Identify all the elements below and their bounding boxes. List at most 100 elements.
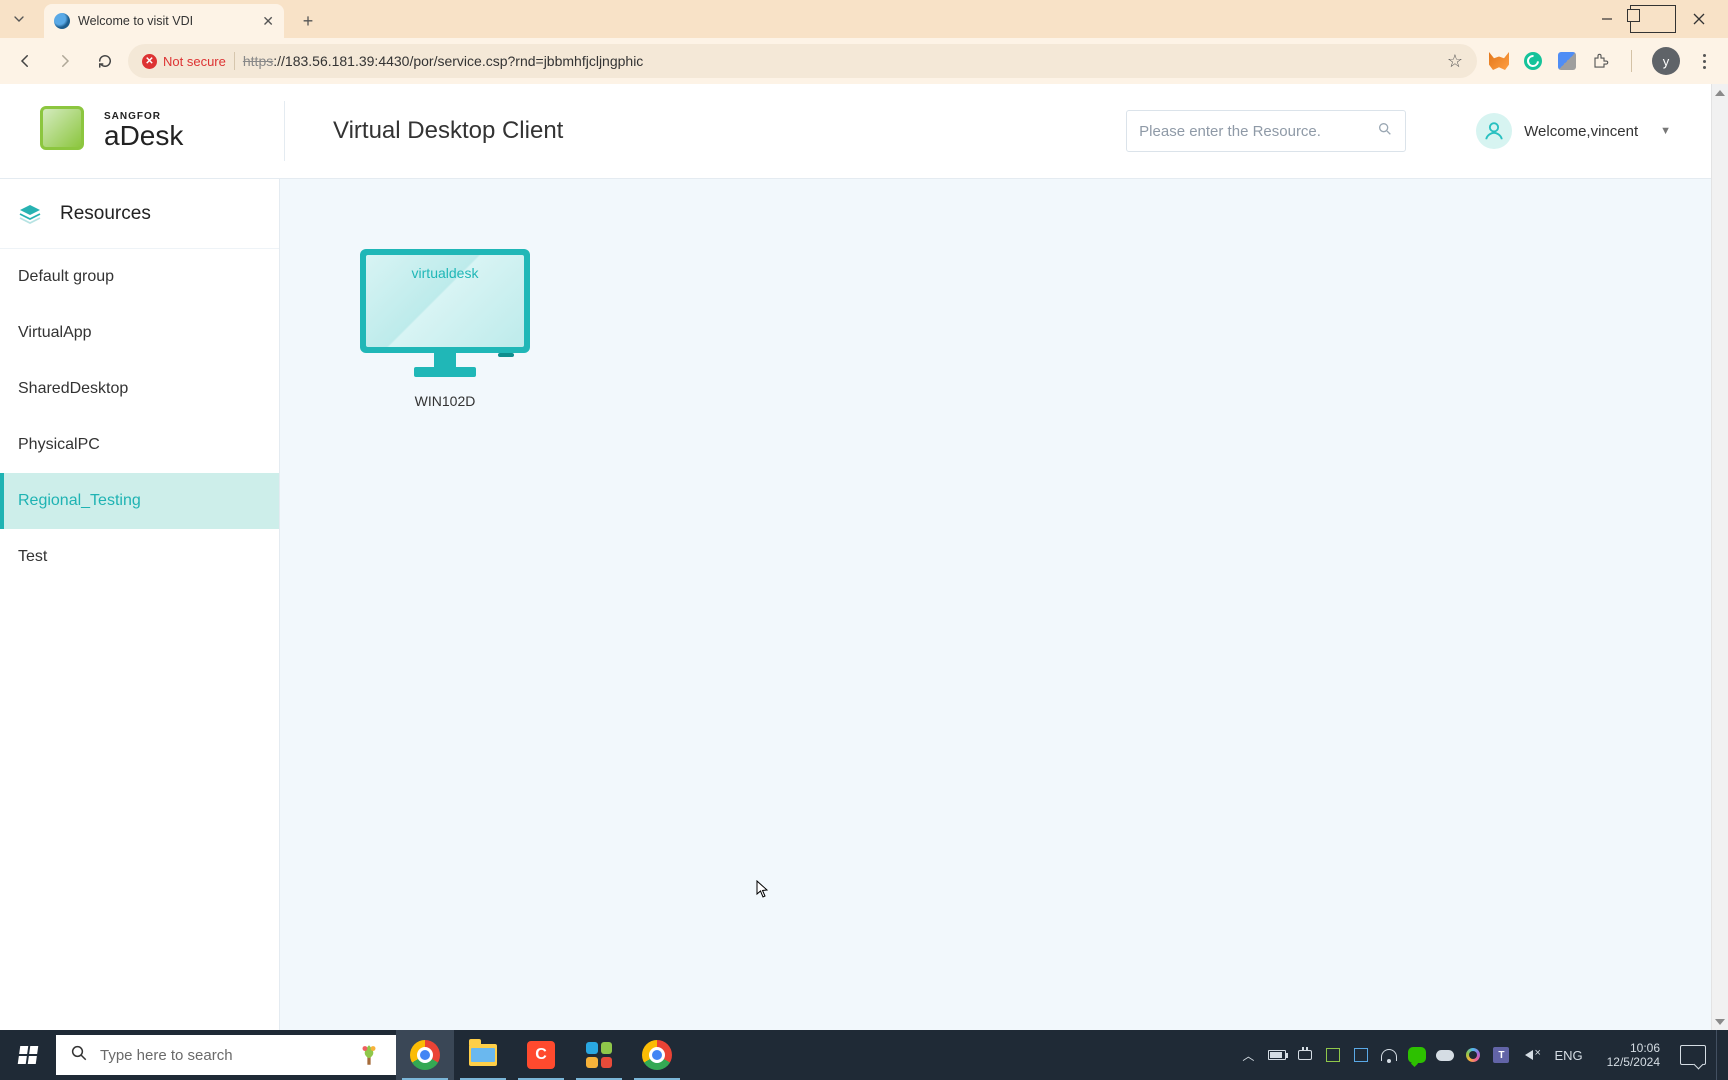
system-tray: ︿ T ENG 10:06 12/5/2024 (1236, 1030, 1728, 1080)
resource-search-box[interactable] (1126, 110, 1406, 152)
taskbar-app-chrome[interactable] (396, 1030, 454, 1080)
browser-tab[interactable]: Welcome to visit VDI ✕ (44, 4, 284, 38)
nav-back-button[interactable] (8, 44, 42, 78)
scroll-down-button[interactable] (1712, 1013, 1728, 1030)
window-restore-button[interactable] (1630, 5, 1676, 33)
taskbar-app-chrome-2[interactable] (628, 1030, 686, 1080)
tab-title: Welcome to visit VDI (78, 14, 252, 28)
sidebar-item-label: Regional_Testing (18, 492, 141, 510)
chrome-icon (642, 1040, 672, 1070)
show-desktop-button[interactable] (1716, 1030, 1724, 1080)
file-explorer-icon (469, 1044, 497, 1066)
taskbar-app-file-explorer[interactable] (454, 1030, 512, 1080)
tab-favicon (54, 13, 70, 29)
sidebar-item-label: Test (18, 548, 47, 566)
browser-tab-strip: Welcome to visit VDI ✕ + (0, 0, 1728, 38)
tray-app-blue-icon[interactable] (1350, 1030, 1372, 1080)
resource-grid: virtualdesk WIN102D (280, 179, 1711, 1030)
tray-notifications-button[interactable] (1676, 1030, 1710, 1080)
chrome-icon (410, 1040, 440, 1070)
grid-app-icon (586, 1042, 612, 1068)
camtasia-icon: C (527, 1041, 555, 1069)
sidebar-item-test[interactable]: Test (0, 529, 279, 585)
page-title: Virtual Desktop Client (333, 117, 563, 145)
metamask-extension-icon[interactable] (1489, 51, 1509, 71)
start-button[interactable] (0, 1030, 56, 1080)
brand-icon (40, 106, 84, 150)
app-header: SANGFOR aDesk Virtual Desktop Client Wel… (0, 84, 1711, 179)
tray-volume-icon[interactable] (1518, 1030, 1540, 1080)
search-highlight-icon (356, 1042, 382, 1068)
tray-language[interactable]: ENG (1546, 1048, 1590, 1063)
clock-date: 12/5/2024 (1607, 1055, 1660, 1069)
address-bar[interactable]: ✕ Not secure https://183.56.181.39:4430/… (128, 44, 1477, 78)
vertical-scrollbar[interactable] (1711, 84, 1728, 1030)
notification-icon (1680, 1045, 1706, 1065)
window-controls (1584, 0, 1728, 38)
grammarly-extension-icon[interactable] (1523, 51, 1543, 71)
tray-teams-icon[interactable]: T (1490, 1030, 1512, 1080)
windows-logo-icon (18, 1046, 39, 1064)
window-minimize-button[interactable] (1584, 5, 1630, 33)
taskbar-apps: C (396, 1030, 686, 1080)
new-tab-button[interactable]: + (294, 7, 322, 35)
resource-search-input[interactable] (1139, 123, 1377, 140)
not-secure-label: Not secure (163, 54, 226, 69)
search-icon[interactable] (1377, 121, 1393, 142)
user-menu-caret-icon: ▼ (1660, 125, 1671, 137)
tray-wechat-icon[interactable] (1406, 1030, 1428, 1080)
window-close-button[interactable] (1676, 5, 1722, 33)
tray-app-green-icon[interactable] (1322, 1030, 1344, 1080)
resource-inner-label: virtualdesk (412, 265, 479, 281)
sidebar-item-virtualapp[interactable]: VirtualApp (0, 305, 279, 361)
resource-tile-win102d[interactable]: virtualdesk WIN102D (360, 249, 530, 409)
nav-forward-button[interactable] (48, 44, 82, 78)
sidebar-item-label: PhysicalPC (18, 436, 100, 454)
sidebar-header: Resources (0, 179, 279, 249)
monitor-icon: virtualdesk (360, 249, 530, 379)
brand-main-text: aDesk (104, 122, 183, 150)
security-badge[interactable]: ✕ Not secure (142, 54, 226, 69)
resource-caption: WIN102D (415, 393, 476, 409)
sidebar: Resources Default group VirtualApp Share… (0, 179, 280, 1030)
scroll-up-button[interactable] (1712, 84, 1728, 101)
tray-clock[interactable]: 10:06 12/5/2024 (1597, 1041, 1670, 1070)
taskbar-app-camtasia[interactable]: C (512, 1030, 570, 1080)
bookmark-star-icon[interactable]: ☆ (1447, 51, 1463, 72)
browser-toolbar: ✕ Not secure https://183.56.181.39:4430/… (0, 38, 1728, 84)
tray-battery-icon[interactable] (1266, 1030, 1288, 1080)
taskbar-app-grid[interactable] (570, 1030, 628, 1080)
brand-logo[interactable]: SANGFOR aDesk (40, 101, 285, 161)
clock-time: 10:06 (1630, 1041, 1660, 1055)
sidebar-item-label: SharedDesktop (18, 380, 128, 398)
sidebar-item-shareddesktop[interactable]: SharedDesktop (0, 361, 279, 417)
tray-wifi-icon[interactable] (1378, 1030, 1400, 1080)
windows-taskbar: Type here to search C ︿ T ENG 10:06 12/5… (0, 1030, 1728, 1080)
search-icon (70, 1044, 88, 1067)
welcome-text: Welcome,vincent (1524, 123, 1638, 140)
tray-power-icon[interactable] (1294, 1030, 1316, 1080)
sidebar-item-physicalpc[interactable]: PhysicalPC (0, 417, 279, 473)
tray-cloud-icon[interactable] (1434, 1030, 1456, 1080)
browser-menu-button[interactable] (1694, 51, 1714, 71)
resources-icon (18, 202, 42, 226)
tray-overflow-button[interactable]: ︿ (1236, 1047, 1260, 1064)
google-translate-extension-icon[interactable] (1557, 51, 1577, 71)
tray-cortana-icon[interactable] (1462, 1030, 1484, 1080)
user-avatar-icon (1476, 113, 1512, 149)
sidebar-item-regional-testing[interactable]: Regional_Testing (0, 473, 279, 529)
page-content: SANGFOR aDesk Virtual Desktop Client Wel… (0, 84, 1711, 1030)
not-secure-icon: ✕ (142, 54, 157, 69)
sidebar-item-default-group[interactable]: Default group (0, 249, 279, 305)
nav-reload-button[interactable] (88, 44, 122, 78)
tabs-dropdown-button[interactable] (0, 0, 38, 38)
taskbar-search[interactable]: Type here to search (56, 1035, 396, 1075)
user-menu[interactable]: Welcome,vincent ▼ (1476, 113, 1671, 149)
extension-icons: y (1483, 47, 1720, 75)
profile-avatar[interactable]: y (1652, 47, 1680, 75)
sidebar-item-label: Default group (18, 268, 114, 286)
sidebar-header-label: Resources (60, 203, 151, 225)
tab-close-button[interactable]: ✕ (262, 13, 274, 30)
sidebar-item-label: VirtualApp (18, 324, 92, 342)
extensions-puzzle-icon[interactable] (1591, 51, 1611, 71)
